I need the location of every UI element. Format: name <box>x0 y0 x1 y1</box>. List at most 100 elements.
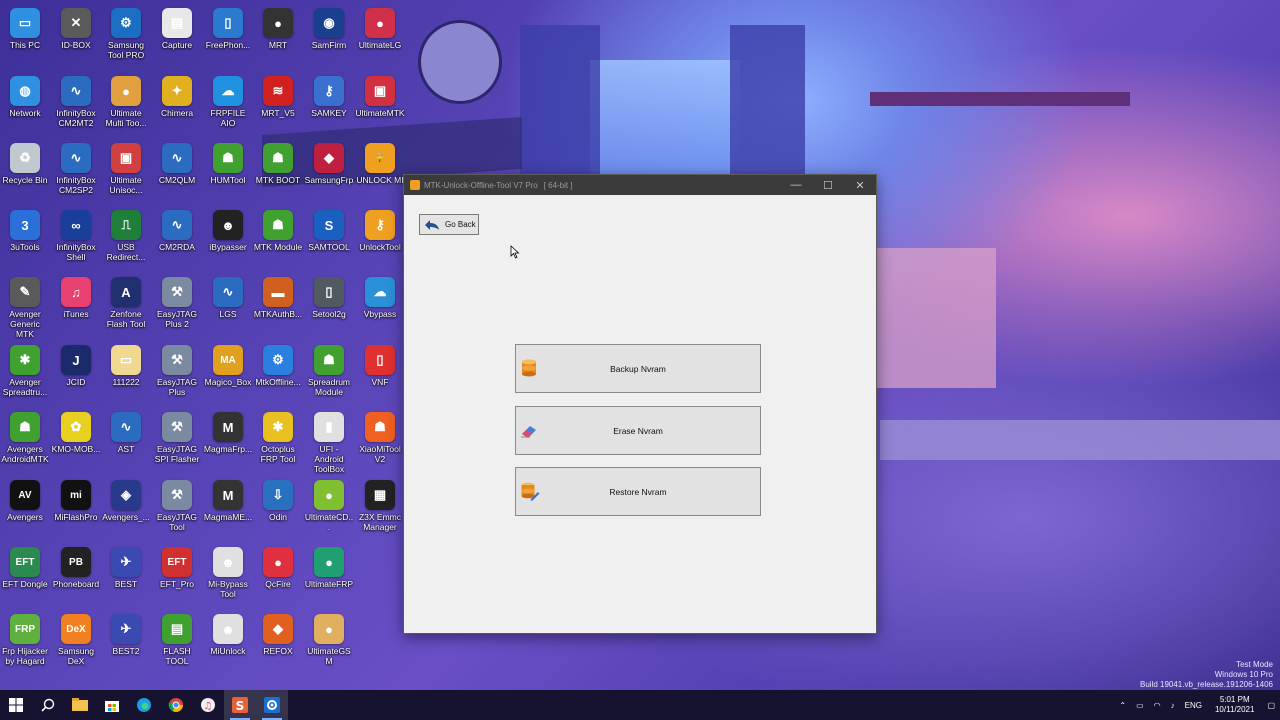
desktop-icon-mtk-module[interactable]: ☗ MTK Module <box>253 206 303 252</box>
desktop-icon-capture[interactable]: ▤ Capture <box>152 4 202 50</box>
desktop-icon-vbypass[interactable]: ☁ Vbypass <box>355 273 405 319</box>
notification-icon[interactable]: ▢ <box>1262 701 1280 710</box>
desktop-icon-miflashpro[interactable]: mi MiFlashPro <box>51 476 101 522</box>
desktop-icon-ultimate-multi-too[interactable]: ● Ultimate Multi Too... <box>101 72 151 128</box>
store-icon[interactable] <box>96 690 128 720</box>
desktop-icon-samtool[interactable]: S SAMTOOL <box>304 206 354 252</box>
desktop-icon-refox[interactable]: ◆ REFOX <box>253 610 303 656</box>
desktop-icon-infinitybox-shell[interactable]: ∞ InfinityBox Shell <box>51 206 101 262</box>
desktop-icon-phoneboard[interactable]: PB Phoneboard <box>51 543 101 589</box>
desktop-icon-cm2qlm[interactable]: ∿ CM2QLM <box>152 139 202 185</box>
desktop-icon-samsung-dex[interactable]: DeX Samsung DeX <box>51 610 101 666</box>
desktop-icon-magico-box[interactable]: MA Magico_Box <box>203 341 253 387</box>
desktop-icon-miunlock[interactable]: ☻ MiUnlock <box>203 610 253 656</box>
desktop-icon-kmo-mob[interactable]: ✿ KMO-MOB... <box>51 408 101 454</box>
desktop-icon-frpfile-aio[interactable]: ☁ FRPFILE AIO <box>203 72 253 128</box>
desktop-icon-mrt-v5[interactable]: ≋ MRT_V5 <box>253 72 303 118</box>
desktop-icon-mrt[interactable]: ● MRT <box>253 4 303 50</box>
desktop-icon-humtool[interactable]: ☗ HUMTool <box>203 139 253 185</box>
desktop-icon-avenger-spreadtru[interactable]: ✱ Avenger Spreadtru... <box>0 341 50 397</box>
desktop-icon-octoplus-frp-tool[interactable]: ✱ Octoplus FRP Tool <box>253 408 303 464</box>
desktop-icon-setool2g[interactable]: ▯ Setool2g <box>304 273 354 319</box>
go-back-button[interactable]: Go Back <box>419 214 479 235</box>
window-titlebar[interactable]: MTK-Unlock-Offline-Tool V7 Pro [ 64-bit … <box>404 175 876 195</box>
network-icon[interactable]: ▭ <box>1131 701 1149 710</box>
taskbar-clock[interactable]: 5:01 PM 10/11/2021 <box>1207 695 1262 715</box>
desktop-icon-network[interactable]: ◍ Network <box>0 72 50 118</box>
desktop-icon-ast[interactable]: ∿ AST <box>101 408 151 454</box>
desktop-icon-zenfone-flash-tool[interactable]: A Zenfone Flash Tool <box>101 273 151 329</box>
file-explorer-icon[interactable] <box>64 690 96 720</box>
desktop-icon-eft-dongle[interactable]: EFT EFT Dongle <box>0 543 50 589</box>
desktop-icon-best[interactable]: ✈ BEST <box>101 543 151 589</box>
volume-icon[interactable]: ♪ <box>1166 701 1180 710</box>
close-button[interactable]: ✕ <box>844 175 876 195</box>
desktop-icon-freephon[interactable]: ▯ FreePhon... <box>203 4 253 50</box>
backup-nvram-button[interactable]: Backup Nvram <box>515 344 761 393</box>
desktop-icon-mtk-boot[interactable]: ☗ MTK BOOT <box>253 139 303 185</box>
desktop-icon-easyjtag-tool[interactable]: ⚒ EasyJTAG Tool <box>152 476 202 532</box>
desktop-icon-xiaomitool-v2[interactable]: ☗ XiaoMiTool V2 <box>355 408 405 464</box>
desktop-icon-infinitybox-cm2sp2[interactable]: ∿ InfinityBox CM2SP2 <box>51 139 101 195</box>
search-icon[interactable] <box>32 690 64 720</box>
desktop-icon-easyjtag-spi-flasher[interactable]: ⚒ EasyJTAG SPI Flasher <box>152 408 202 464</box>
desktop-icon-mtkauthb[interactable]: ▬ MTKAuthB... <box>253 273 303 319</box>
desktop-icon-mtkoffline[interactable]: ⚙ MtkOffline... <box>253 341 303 387</box>
desktop-icon-easyjtag-plus-2[interactable]: ⚒ EasyJTAG Plus 2 <box>152 273 202 329</box>
desktop-icon-avengers-androidmtk[interactable]: ☗ Avengers AndroidMTK <box>0 408 50 464</box>
erase-nvram-button[interactable]: Erase Nvram <box>515 406 761 455</box>
desktop-icon-ibypasser[interactable]: ☻ iBypasser <box>203 206 253 252</box>
desktop-icon-jcid[interactable]: J JCID <box>51 341 101 387</box>
start-icon[interactable] <box>0 690 32 720</box>
desktop-icon-avenger-generic-mtk[interactable]: ✎ Avenger Generic MTK <box>0 273 50 339</box>
desktop-icon-unlock-mi[interactable]: 🔒 UNLOCK MI <box>355 139 405 185</box>
desktop-icon-samfirm[interactable]: ◉ SamFirm <box>304 4 354 50</box>
desktop-icon-samsung-tool-pro[interactable]: ⚙ Samsung Tool PRO <box>101 4 151 60</box>
desktop-icon-vnf[interactable]: ▯ VNF <box>355 341 405 387</box>
desktop-icon-itunes[interactable]: ♫ iTunes <box>51 273 101 319</box>
desktop-icon-flash-tool[interactable]: ▤ FLASH TOOL <box>152 610 202 666</box>
desktop-icon-infinitybox-cm2mt2[interactable]: ∿ InfinityBox CM2MT2 <box>51 72 101 128</box>
edge-icon[interactable] <box>128 690 160 720</box>
desktop-icon-id-box[interactable]: ✕ ID-BOX <box>51 4 101 50</box>
wifi-icon[interactable]: ◠ <box>1149 701 1166 710</box>
desktop-icon-cm2rda[interactable]: ∿ CM2RDA <box>152 206 202 252</box>
desktop-icon-ultimatelg[interactable]: ● UltimateLG <box>355 4 405 50</box>
restore-nvram-button[interactable]: Restore Nvram <box>515 467 761 516</box>
desktop-icon-chimera[interactable]: ✦ Chimera <box>152 72 202 118</box>
itunes-icon[interactable]: ♫ <box>192 690 224 720</box>
desktop-icon-z3x-emmc-manager[interactable]: ▦ Z3X Emmc Manager <box>355 476 405 532</box>
desktop-icon-lgs[interactable]: ∿ LGS <box>203 273 253 319</box>
chrome-icon[interactable] <box>160 690 192 720</box>
desktop-icon-unlocktool[interactable]: ⚷ UnlockTool <box>355 206 405 252</box>
desktop-icon-spreadrum-module[interactable]: ☗ Spreadrum Module <box>304 341 354 397</box>
desktop-icon-ultimatefrp[interactable]: ● UltimateFRP <box>304 543 354 589</box>
desktop-icon-qcfire[interactable]: ● QcFire <box>253 543 303 589</box>
desktop-icon-magmame[interactable]: M MagmaME... <box>203 476 253 522</box>
desktop-icon-samsungfrp[interactable]: ◆ SamsungFrp <box>304 139 354 185</box>
desktop-icon-usb-redirect[interactable]: ⎍ USB Redirect... <box>101 206 151 262</box>
maximize-button[interactable]: ☐ <box>812 175 844 195</box>
desktop-icon-eft-pro[interactable]: EFT EFT_Pro <box>152 543 202 589</box>
desktop-icon-3utools[interactable]: 3 3uTools <box>0 206 50 252</box>
desktop-icon-this-pc[interactable]: ▭ This PC <box>0 4 50 50</box>
desktop-icon-magmafrp[interactable]: M MagmaFrp... <box>203 408 253 454</box>
desktop-icon-ultimategsm[interactable]: ● UltimateGSM <box>304 610 354 666</box>
gear-app-icon[interactable] <box>256 690 288 720</box>
desktop-icon-ultimate-unisoc[interactable]: ▣ Ultimate Unisoc... <box>101 139 151 195</box>
desktop-icon-best2[interactable]: ✈ BEST2 <box>101 610 151 656</box>
desktop-icon-samkey[interactable]: ⚷ SAMKEY <box>304 72 354 118</box>
desktop-icon-ultimatemtk[interactable]: ▣ UltimateMTK <box>355 72 405 118</box>
desktop-icon-recycle-bin[interactable]: ♻ Recycle Bin <box>0 139 50 185</box>
desktop-icon-mi-bypass-tool[interactable]: ☻ Mi-Bypass Tool <box>203 543 253 599</box>
tray-chevron-icon[interactable]: ⌃ <box>1114 701 1131 710</box>
minimize-button[interactable]: — <box>780 175 812 195</box>
desktop-icon-ufi-android-toolbox[interactable]: ▮ UFI - Android ToolBox <box>304 408 354 474</box>
desktop-icon-frp-hijacker-by-hagard[interactable]: FRP Frp Hijacker by Hagard <box>0 610 50 666</box>
desktop-icon-easyjtag-plus[interactable]: ⚒ EasyJTAG Plus <box>152 341 202 397</box>
desktop-icon-odin[interactable]: ⇩ Odin <box>253 476 303 522</box>
s-app-icon[interactable]: S <box>224 690 256 720</box>
desktop-icon-111222[interactable]: ▭ 111222 <box>101 341 151 387</box>
desktop-icon-avengers[interactable]: AV Avengers <box>0 476 50 522</box>
desktop-icon-avengers[interactable]: ◈ Avengers_... <box>101 476 151 522</box>
